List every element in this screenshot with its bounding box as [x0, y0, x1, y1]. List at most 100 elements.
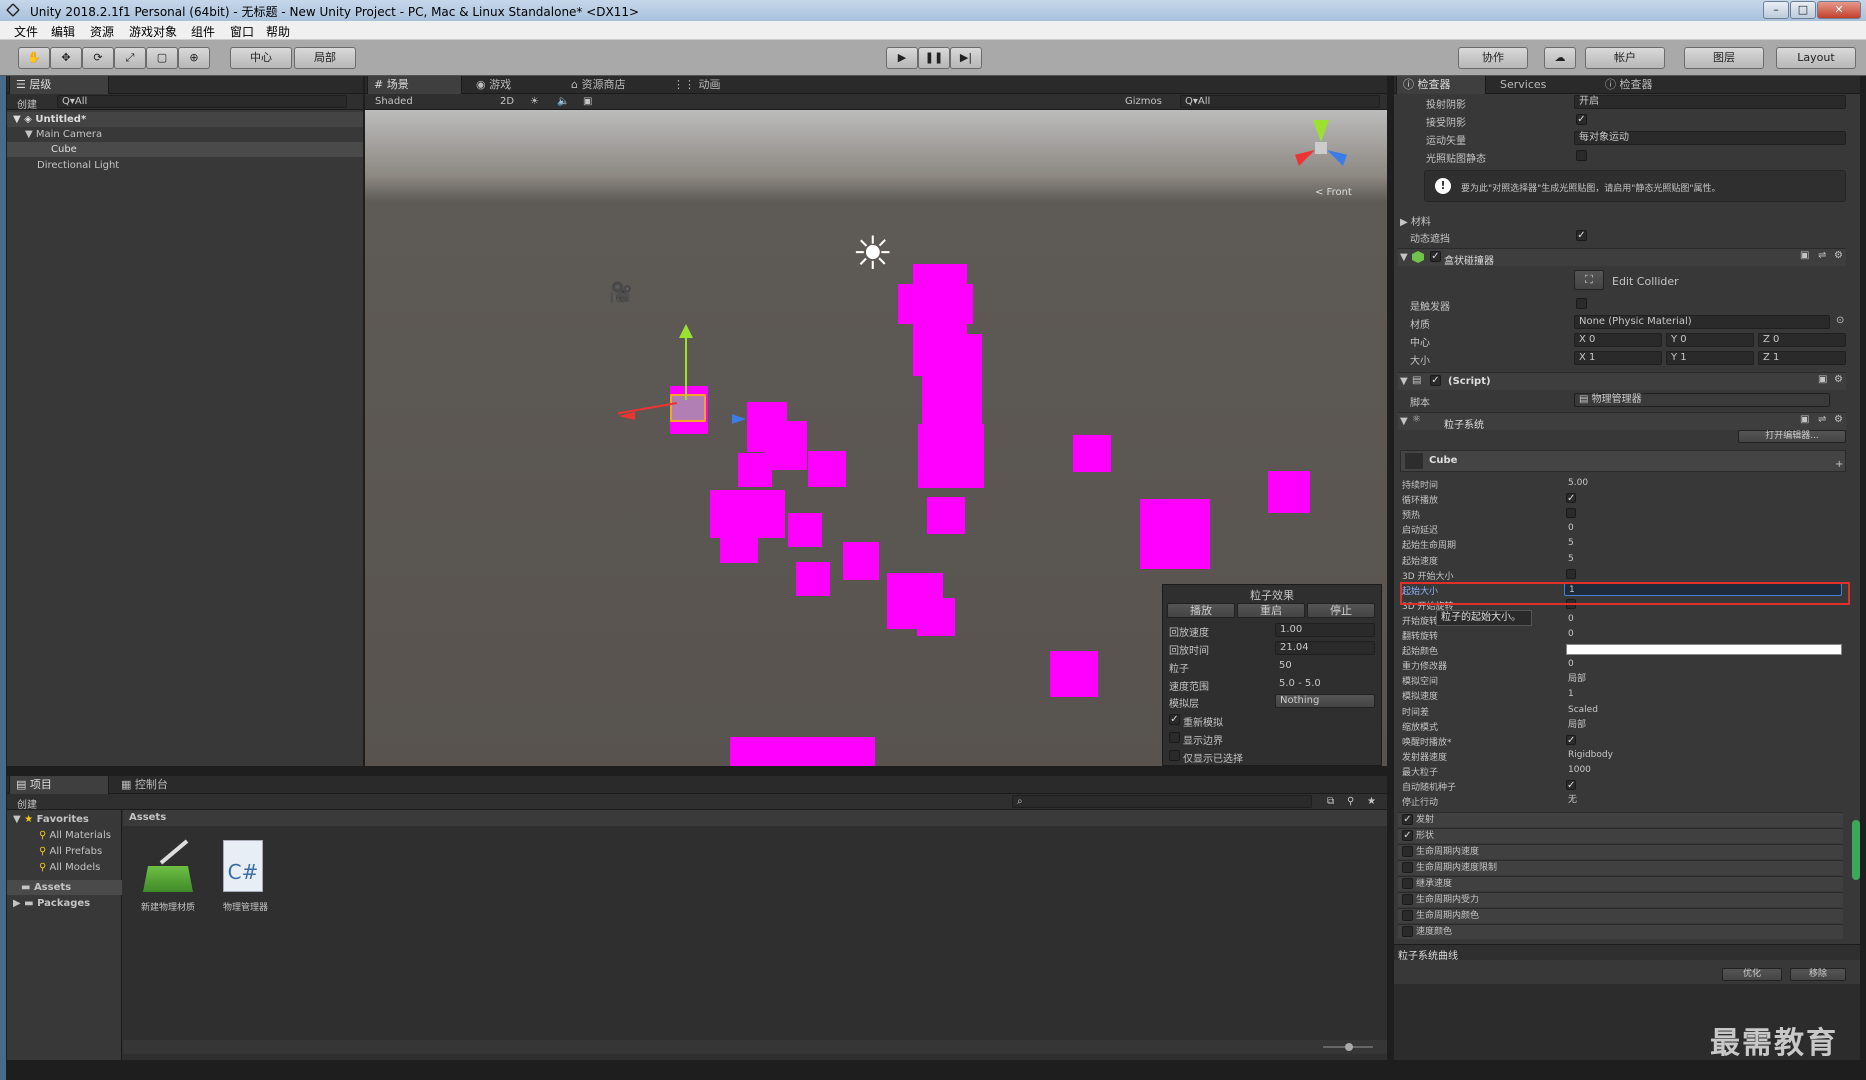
particle-system-name-bar[interactable]: Cube +: [1400, 450, 1846, 472]
z-axis-arrow-icon[interactable]: [732, 414, 746, 424]
pivot-toggle[interactable]: 中心: [230, 47, 292, 69]
scene-search[interactable]: Q▾All: [1180, 95, 1380, 108]
ps-row-field[interactable]: 0: [1564, 522, 1842, 535]
tab-asset-store[interactable]: ⌂ 资源商店: [565, 76, 655, 94]
ps-row-field[interactable]: 0: [1564, 658, 1842, 671]
gizmo-y-icon[interactable]: [1313, 120, 1329, 142]
breadcrumb-assets[interactable]: Assets: [129, 812, 166, 823]
module-checkbox[interactable]: [1402, 894, 1413, 905]
show-selected-checkbox[interactable]: [1169, 750, 1180, 761]
cast-shadows-dropdown[interactable]: 开启: [1574, 95, 1846, 109]
module-row[interactable]: 继承速度: [1398, 876, 1843, 891]
size-x-field[interactable]: X 1: [1574, 351, 1662, 365]
y-axis-arrow-icon[interactable]: [679, 324, 693, 338]
menu-edit[interactable]: 编辑: [51, 23, 75, 40]
center-x-field[interactable]: X 0: [1574, 333, 1662, 347]
edit-collider-icon[interactable]: ⛶: [1574, 270, 1604, 290]
play-button[interactable]: 播放: [1167, 603, 1235, 618]
module-row[interactable]: 生命周期内受力: [1398, 892, 1843, 907]
hierarchy-search[interactable]: Q▾All: [57, 95, 347, 108]
start-color-swatch[interactable]: [1566, 644, 1842, 655]
menu-assets[interactable]: 资源: [90, 23, 114, 40]
help-icon[interactable]: ▣: [1800, 250, 1809, 261]
module-row[interactable]: 生命周期内速度限制: [1398, 860, 1843, 875]
favorites-folder[interactable]: ▼ ★ Favorites: [13, 814, 89, 825]
dynamic-occlusion-checkbox[interactable]: ✓: [1576, 230, 1587, 241]
ps-gear-icon[interactable]: ⚙: [1834, 414, 1843, 425]
mode-2d-toggle[interactable]: 2D: [500, 96, 514, 107]
ps-row-field[interactable]: 5: [1564, 537, 1842, 550]
is-trigger-checkbox[interactable]: [1576, 298, 1587, 309]
pause-icon[interactable]: ❚❚: [918, 47, 950, 69]
lightmap-static-checkbox[interactable]: [1576, 150, 1587, 161]
object-picker-icon[interactable]: ⊙: [1836, 315, 1844, 326]
audio-icon[interactable]: 🔈: [557, 96, 569, 107]
gizmo-x-icon[interactable]: [1295, 150, 1315, 166]
ps-row-field[interactable]: Scaled: [1564, 704, 1842, 717]
asset-physics-manager[interactable]: 物理管理器: [223, 900, 268, 913]
simulate-layers-dropdown[interactable]: Nothing: [1275, 694, 1375, 708]
receive-shadows-checkbox[interactable]: ✓: [1576, 114, 1587, 125]
physics-material-icon[interactable]: [137, 839, 197, 894]
transform-tool-icon[interactable]: ⊕: [178, 47, 210, 69]
maximize-button[interactable]: □: [1790, 1, 1816, 19]
module-checkbox[interactable]: [1402, 878, 1413, 889]
tab-console[interactable]: ▦ 控制台: [115, 776, 195, 794]
script-enabled-checkbox[interactable]: ✓: [1430, 375, 1441, 386]
gizmo-center[interactable]: [1315, 142, 1327, 154]
effects-icon[interactable]: ▣: [583, 96, 592, 107]
resimulate-checkbox[interactable]: ✓: [1169, 714, 1180, 725]
playback-speed-field[interactable]: 1.00: [1275, 623, 1375, 637]
module-row[interactable]: 生命周期内速度: [1398, 844, 1843, 859]
menu-window[interactable]: 窗口: [230, 23, 254, 40]
hierarchy-item-main-camera[interactable]: ▼ Main Camera: [25, 129, 102, 140]
camera-icon[interactable]: 🎥: [608, 280, 633, 304]
tab-inspector[interactable]: ⓘ 检查器: [1396, 76, 1486, 94]
step-icon[interactable]: ▶|: [950, 47, 982, 69]
open-editor-button[interactable]: 打开编辑器...: [1738, 430, 1846, 443]
cube-object[interactable]: [670, 394, 706, 422]
hierarchy-item-cube[interactable]: Cube: [51, 144, 77, 155]
fav-all-models[interactable]: ⚲ All Models: [39, 862, 100, 873]
module-checkbox[interactable]: ✓: [1402, 814, 1413, 825]
motion-vectors-dropdown[interactable]: 每对象运动: [1574, 131, 1846, 145]
script-field[interactable]: ▤ 物理管理器: [1574, 393, 1830, 407]
ps-row-checkbox[interactable]: ✓: [1566, 735, 1576, 746]
ps-row-field[interactable]: 5.00: [1564, 477, 1842, 490]
preset-icon[interactable]: ⇌: [1818, 250, 1826, 261]
hand-tool-icon[interactable]: ✋: [18, 47, 50, 69]
ps-row-field[interactable]: 无: [1564, 794, 1842, 807]
project-search-input[interactable]: ⌕: [1012, 795, 1312, 808]
csharp-script-icon[interactable]: C#: [223, 840, 263, 892]
view-orientation-label[interactable]: < Front: [1315, 187, 1352, 198]
scale-tool-icon[interactable]: ⤢: [114, 47, 146, 69]
ps-row-field[interactable]: 0: [1564, 613, 1842, 626]
module-checkbox[interactable]: [1402, 926, 1413, 937]
account-dropdown[interactable]: 帐户: [1585, 47, 1665, 69]
ps-row-field[interactable]: 5: [1564, 553, 1842, 566]
playback-time-field[interactable]: 21.04: [1275, 641, 1375, 655]
hierarchy-item-directional-light[interactable]: Directional Light: [37, 160, 119, 171]
script-gear-icon[interactable]: ⚙: [1834, 374, 1843, 385]
asset-physics-material[interactable]: 新建物理材质: [141, 900, 195, 913]
ps-add-icon[interactable]: +: [1835, 459, 1843, 470]
tab-project[interactable]: ▤ 项目: [9, 776, 109, 794]
filter-label-icon[interactable]: ⚲: [1347, 796, 1354, 807]
assets-folder[interactable]: ▬ Assets: [21, 882, 71, 893]
module-row[interactable]: 生命周期内颜色: [1398, 908, 1843, 923]
scene-row[interactable]: ▼ ◈ Untitled*: [7, 112, 363, 127]
module-row[interactable]: 速度颜色: [1398, 924, 1843, 939]
box-collider-enabled-checkbox[interactable]: ✓: [1430, 251, 1441, 262]
box-collider-foldout[interactable]: ▼: [1400, 252, 1408, 263]
x-axis-handle[interactable]: [617, 402, 678, 415]
directional-light-icon[interactable]: ☀: [852, 230, 893, 276]
remove-button[interactable]: 移除: [1790, 968, 1846, 981]
fav-all-prefabs[interactable]: ⚲ All Prefabs: [39, 846, 102, 857]
module-row[interactable]: ✓ 发射: [1398, 812, 1843, 827]
move-tool-icon[interactable]: ✥: [50, 47, 82, 69]
restart-button[interactable]: 重启: [1237, 603, 1305, 618]
gizmo-z-icon[interactable]: [1327, 150, 1347, 166]
ps-row-field[interactable]: 1000: [1564, 764, 1842, 777]
center-y-field[interactable]: Y 0: [1666, 333, 1754, 347]
cloud-icon[interactable]: ☁: [1544, 47, 1576, 69]
